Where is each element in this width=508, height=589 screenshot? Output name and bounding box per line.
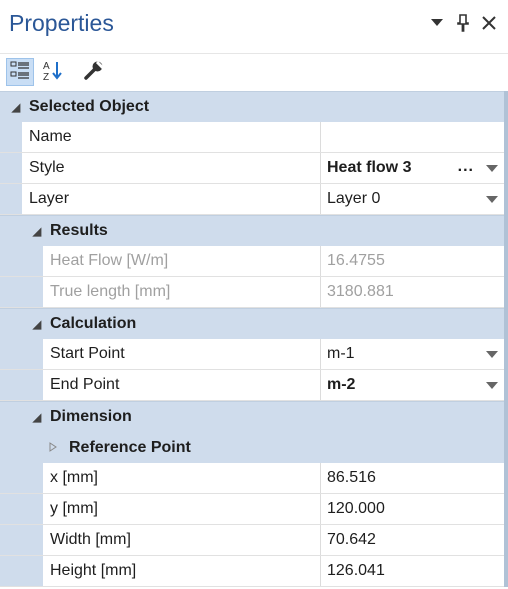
pin-icon[interactable]	[454, 12, 472, 34]
categorized-view-button[interactable]	[6, 58, 34, 86]
property-row-width[interactable]: Width [mm] 70.642	[0, 525, 504, 556]
property-value-start-point[interactable]: m-1	[321, 339, 504, 369]
property-grid: ◢ Selected Object Name Style Heat flow 3…	[0, 91, 508, 587]
property-row-y[interactable]: y [mm] 120.000	[0, 494, 504, 525]
property-name: Heat Flow [W/m]	[43, 246, 321, 276]
category-label: Selected Object	[29, 98, 150, 115]
property-value-style[interactable]: Heat flow 3 ...	[321, 153, 504, 183]
property-name: Style	[22, 153, 321, 183]
row-gutter	[0, 339, 43, 369]
panel-title-bar: Properties	[0, 0, 508, 52]
collapse-triangle-icon[interactable]: ◢	[30, 411, 44, 424]
title-buttons	[428, 12, 498, 34]
property-row-end-point[interactable]: End Point m-2	[0, 370, 504, 401]
expand-triangle-icon[interactable]	[49, 439, 61, 457]
property-value-x[interactable]: 86.516	[321, 463, 504, 493]
category-label: Dimension	[50, 408, 132, 425]
chevron-down-icon[interactable]	[486, 165, 498, 172]
collapse-triangle-icon[interactable]: ◢	[30, 225, 44, 238]
ellipsis-button[interactable]: ...	[458, 158, 474, 176]
property-name: Name	[22, 122, 321, 152]
start-point-value: m-1	[327, 345, 355, 362]
property-row-heat-flow: Heat Flow [W/m] 16.4755	[0, 246, 504, 277]
property-name: Layer	[22, 184, 321, 214]
property-value-name[interactable]	[321, 122, 504, 152]
property-name: True length [mm]	[43, 277, 321, 307]
property-row-x[interactable]: x [mm] 86.516	[0, 463, 504, 494]
property-value-width[interactable]: 70.642	[321, 525, 504, 555]
property-name: End Point	[43, 370, 321, 400]
property-value-height[interactable]: 126.041	[321, 556, 504, 586]
chevron-down-icon[interactable]	[486, 382, 498, 389]
property-row-name[interactable]: Name	[0, 122, 504, 153]
row-gutter	[0, 184, 22, 214]
property-name: Start Point	[43, 339, 321, 369]
property-name: y [mm]	[43, 494, 321, 524]
row-gutter	[0, 494, 43, 524]
category-label: Results	[50, 222, 108, 239]
chevron-down-icon[interactable]	[486, 196, 498, 203]
property-row-height[interactable]: Height [mm] 126.041	[0, 556, 504, 587]
row-gutter	[0, 370, 43, 400]
category-label: Calculation	[50, 315, 137, 332]
svg-text:A: A	[43, 61, 50, 72]
property-name: Width [mm]	[43, 525, 321, 555]
property-name: Height [mm]	[43, 556, 321, 586]
subcategory-label: Reference Point	[69, 438, 191, 456]
row-gutter	[0, 153, 22, 183]
end-point-value: m-2	[327, 376, 356, 393]
chevron-down-icon[interactable]	[486, 351, 498, 358]
style-value: Heat flow 3	[327, 159, 412, 176]
layer-value: Layer 0	[327, 190, 381, 207]
categorized-icon	[10, 60, 30, 85]
row-gutter	[0, 556, 43, 586]
property-row-start-point[interactable]: Start Point m-1	[0, 339, 504, 370]
panel-title: Properties	[9, 10, 114, 36]
collapse-triangle-icon[interactable]: ◢	[30, 318, 44, 331]
category-dimension[interactable]: ◢ Dimension	[0, 401, 504, 432]
close-icon[interactable]	[480, 12, 498, 34]
property-value-y[interactable]: 120.000	[321, 494, 504, 524]
collapse-triangle-icon[interactable]: ◢	[9, 101, 23, 114]
property-value-true-length: 3180.881	[327, 283, 394, 300]
svg-text:Z: Z	[43, 72, 49, 81]
alphabetical-sort-button[interactable]: A Z	[38, 58, 66, 86]
property-value-layer[interactable]: Layer 0	[321, 184, 504, 214]
property-value-heat-flow: 16.4755	[327, 252, 385, 269]
property-row-style[interactable]: Style Heat flow 3 ...	[0, 153, 504, 184]
property-value-end-point[interactable]: m-2	[321, 370, 504, 400]
sort-alpha-icon: A Z	[41, 59, 63, 86]
row-gutter	[0, 277, 43, 307]
dropdown-icon[interactable]	[428, 12, 446, 34]
property-pages-button[interactable]	[80, 58, 108, 86]
property-row-true-length: True length [mm] 3180.881	[0, 277, 504, 308]
category-calculation[interactable]: ◢ Calculation	[0, 308, 504, 339]
property-name: x [mm]	[43, 463, 321, 493]
category-selected-object[interactable]: ◢ Selected Object	[0, 91, 504, 122]
row-gutter	[0, 525, 43, 555]
toolbar: A Z	[0, 53, 508, 92]
property-row-layer[interactable]: Layer Layer 0	[0, 184, 504, 215]
subcategory-reference-point[interactable]: Reference Point	[0, 432, 504, 463]
row-gutter	[0, 122, 22, 152]
category-results[interactable]: ◢ Results	[0, 215, 504, 246]
row-gutter	[0, 463, 43, 493]
wrench-icon	[83, 59, 105, 86]
row-gutter	[0, 246, 43, 276]
